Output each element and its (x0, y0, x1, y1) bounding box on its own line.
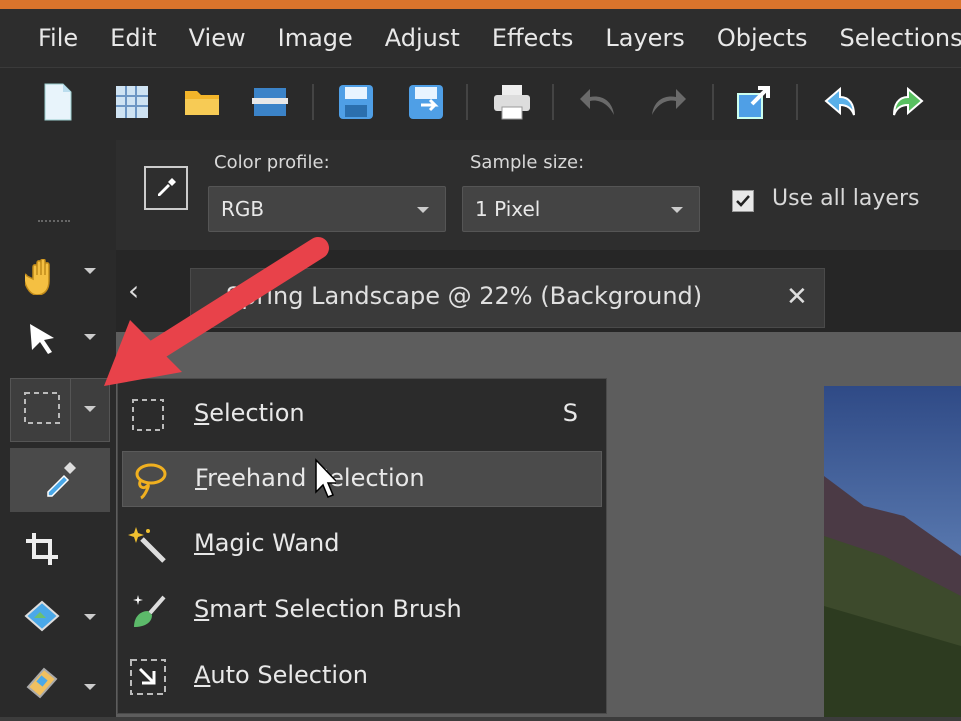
arrow-pointer-icon (26, 322, 58, 360)
smart-brush-icon (128, 591, 168, 631)
menu-adjust[interactable]: Adjust (373, 24, 460, 52)
checkmark-icon (736, 195, 750, 207)
menu-file[interactable]: File (0, 24, 78, 52)
canvas-image (824, 386, 961, 717)
menu-layers[interactable]: Layers (593, 24, 684, 52)
lasso-icon (129, 460, 169, 500)
menu-item-label: Auto Selection (194, 661, 368, 689)
eyedropper-icon (154, 174, 178, 202)
dropper-tool[interactable] (10, 448, 110, 512)
print-icon[interactable] (490, 80, 534, 124)
title-accent-stripe (0, 0, 961, 9)
sample-size-value: 1 Pixel (475, 197, 541, 221)
menu-objects[interactable]: Objects (705, 24, 808, 52)
menu-item-label: Smart Selection Brush (194, 595, 462, 623)
menu-edit[interactable]: Edit (98, 24, 156, 52)
selection-tools-flyout: Selection S Freehand Selection Magic Wan… (117, 378, 607, 714)
sample-size-dropdown[interactable]: 1 Pixel (462, 186, 700, 232)
rect-selection-icon (22, 390, 62, 430)
pick-tool[interactable] (10, 314, 74, 368)
use-all-layers-checkbox[interactable] (732, 190, 754, 212)
save-as-icon[interactable] (404, 80, 448, 124)
pan-tool[interactable] (10, 252, 74, 306)
color-profile-value: RGB (221, 197, 265, 221)
menu-item-shortcut: S (562, 399, 578, 427)
red-eye-tool[interactable] (10, 656, 74, 710)
color-profile-dropdown[interactable]: RGB (208, 186, 446, 232)
tools-palette (0, 140, 116, 717)
tool-options-bar: Color profile: RGB Sample size: 1 Pixel … (116, 140, 961, 250)
menu-item-magic-wand[interactable]: Magic Wand (122, 517, 602, 573)
straighten-icon (22, 598, 62, 636)
grid-icon[interactable] (110, 80, 154, 124)
mouse-cursor-icon (315, 458, 336, 498)
menu-item-auto-selection[interactable]: Auto Selection (122, 649, 602, 705)
tool-preset-button[interactable] (144, 166, 188, 210)
open-folder-icon[interactable] (180, 80, 224, 124)
rotate-right-icon[interactable] (886, 80, 930, 124)
crop-icon (24, 531, 60, 571)
color-profile-label: Color profile: (214, 152, 330, 173)
menu-image[interactable]: Image (266, 24, 353, 52)
close-icon[interactable]: ✕ (786, 282, 808, 312)
export-icon[interactable] (732, 80, 776, 124)
selection-tool[interactable] (10, 378, 74, 442)
new-document-icon[interactable] (36, 80, 80, 124)
palette-grip[interactable] (38, 220, 70, 226)
straighten-tool[interactable] (10, 590, 74, 644)
magic-wand-icon (128, 525, 168, 565)
use-all-layers-label: Use all layers (772, 186, 920, 211)
scanner-icon[interactable] (248, 80, 292, 124)
hand-icon (22, 258, 59, 299)
save-icon[interactable] (334, 80, 378, 124)
annotation-arrow (104, 237, 329, 386)
menu-view[interactable]: View (177, 24, 246, 52)
bandage-icon (22, 663, 62, 703)
menu-bar: File Edit View Image Adjust Effects Laye… (0, 9, 961, 67)
menu-effects[interactable]: Effects (480, 24, 574, 52)
eyedropper-icon (40, 458, 80, 502)
redo-icon[interactable] (646, 80, 690, 124)
sample-size-label: Sample size: (470, 152, 585, 173)
menu-item-freehand-selection[interactable]: Freehand Selection (122, 451, 602, 507)
menu-item-smart-selection-brush[interactable]: Smart Selection Brush (122, 583, 602, 639)
crop-tool[interactable] (10, 524, 74, 578)
auto-selection-icon (128, 657, 168, 697)
menu-selections[interactable]: Selections (827, 24, 961, 52)
menu-item-label: Magic Wand (194, 529, 340, 557)
undo-icon[interactable] (576, 80, 620, 124)
rotate-left-icon[interactable] (818, 80, 862, 124)
standard-toolbar (0, 67, 961, 140)
chevron-down-icon (417, 207, 429, 213)
chevron-down-icon (671, 207, 683, 213)
